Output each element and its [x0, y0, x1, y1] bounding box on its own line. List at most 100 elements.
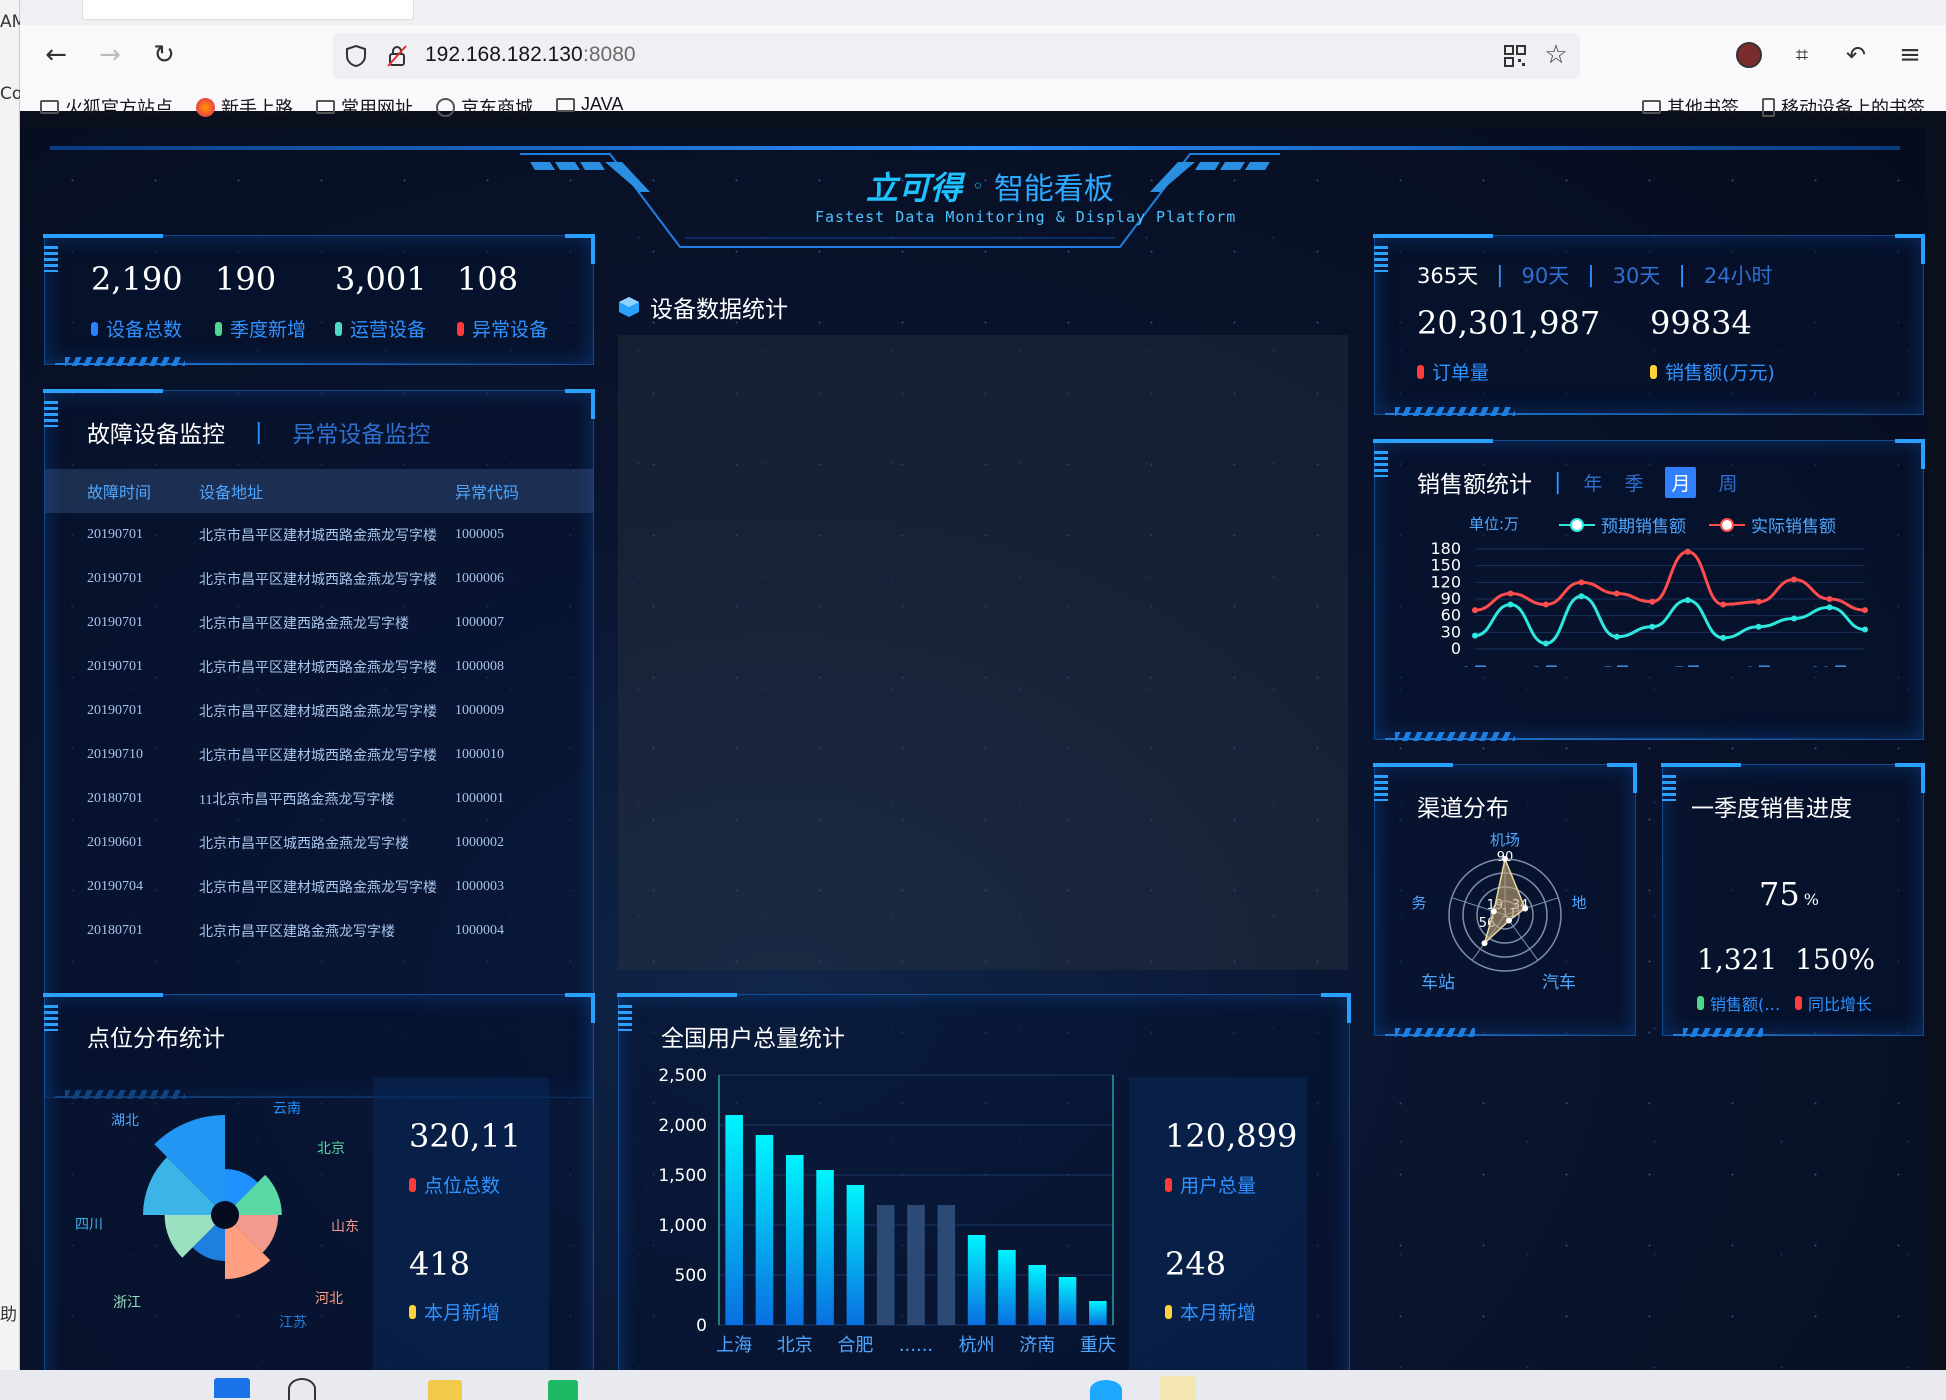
bookmark-item[interactable]: 常用网址: [316, 94, 413, 120]
tab-week[interactable]: 周: [1718, 469, 1737, 496]
users-new-label: 本月新增: [1165, 1298, 1256, 1325]
tab-quarter[interactable]: 季: [1624, 469, 1643, 496]
device-stats-canvas: [618, 335, 1348, 970]
data-point: [1613, 590, 1620, 597]
table-row[interactable]: 20180701 北京市昌平区建路金燕龙写字楼 1000004: [87, 909, 587, 953]
firefox-app-icon[interactable]: [1160, 1376, 1196, 1400]
file-explorer-icon[interactable]: [428, 1380, 462, 1400]
table-row[interactable]: 20190701 北京市昌平区建材城西路金燕龙写字楼 1000008: [87, 645, 587, 689]
tab-30-days[interactable]: 30天: [1613, 260, 1661, 290]
tab-fault-monitor[interactable]: 故障设备监控: [87, 415, 225, 449]
bookmark-item[interactable]: 新手上路: [196, 94, 293, 120]
bookmark-star-icon[interactable]: ☆: [1538, 37, 1574, 73]
data-point: [1578, 579, 1585, 586]
rose-label: 浙江: [113, 1295, 141, 1311]
wechat-icon[interactable]: [548, 1380, 578, 1400]
data-point: [1826, 596, 1833, 602]
browser-tab[interactable]: [82, 0, 414, 20]
x-tick-label: 济南: [1019, 1335, 1055, 1355]
table-row[interactable]: 20180701 11北京市昌平西路金燕龙写字楼 1000001: [87, 777, 587, 821]
tab-month[interactable]: 月: [1665, 466, 1697, 498]
overview-value: 190: [215, 260, 277, 298]
users-new-value: 248: [1165, 1245, 1227, 1283]
bookmark-item[interactable]: JAVA: [556, 94, 623, 115]
column-header: 故障时间: [87, 483, 152, 502]
table-row[interactable]: 20190704 北京市昌平区建材城西路金燕龙写字楼 1000003: [87, 865, 587, 909]
data-point: [1542, 601, 1549, 608]
legend-actual[interactable]: 实际销售额: [1709, 512, 1836, 537]
header-title: 立可得 ◦ 智能看板: [866, 163, 1114, 209]
table-row[interactable]: 20190701 北京市昌平区建材城西路金燕龙写字楼 1000006: [87, 557, 587, 601]
firefox-icon: [196, 97, 215, 117]
table-row[interactable]: 20190601 北京市昌平区城西路金燕龙写字楼 1000002: [87, 821, 587, 865]
start-icon[interactable]: [214, 1378, 250, 1398]
table-row[interactable]: 20190701 北京市昌平区建材城西路金燕龙写字楼 1000005: [87, 513, 587, 557]
insecure-lock-icon[interactable]: [386, 44, 408, 68]
quarter-growth-label: 同比增长: [1795, 991, 1872, 1015]
x-tick-label: 合肥: [837, 1335, 873, 1355]
bookmark-item[interactable]: 其他书签: [1642, 94, 1739, 120]
menu-icon[interactable]: ≡: [1892, 37, 1928, 73]
url-port: :8080: [583, 43, 636, 66]
bar: [1058, 1277, 1077, 1325]
bar: [967, 1235, 986, 1325]
search-icon[interactable]: [288, 1378, 316, 1400]
x-tick-label: 5月: [1603, 664, 1631, 667]
crop-icon[interactable]: ⌗: [1784, 37, 1820, 73]
table-row[interactable]: 20190710 北京市昌平区建材城西路金燕龙写字楼 1000010: [87, 733, 587, 777]
globe-icon: [436, 97, 455, 117]
table-row[interactable]: 20190701 北京市昌平区建材城西路金燕龙写字楼 1000009: [87, 689, 587, 733]
bar: [907, 1205, 925, 1325]
tab-year[interactable]: 年: [1583, 469, 1602, 496]
radar-point: [1481, 940, 1488, 947]
bookmark-item[interactable]: 火狐官方站点: [40, 94, 173, 120]
points-new-label: 本月新增: [409, 1298, 500, 1325]
x-tick-label: 11月: [1810, 664, 1849, 667]
tab-24-hours[interactable]: 24小时: [1704, 260, 1773, 290]
strip-text: 助: [0, 1305, 17, 1325]
undo-icon[interactable]: ↶: [1838, 37, 1874, 73]
tab-365-days[interactable]: 365天: [1417, 260, 1478, 290]
tab-abnormal-monitor[interactable]: 异常设备监控: [292, 415, 430, 449]
bookmark-item[interactable]: 移动设备上的书签: [1762, 94, 1925, 120]
x-tick-label: 9月: [1745, 664, 1773, 667]
rose-label: 江苏: [279, 1315, 307, 1331]
x-tick-label: 重庆: [1080, 1335, 1116, 1355]
background-window-strip: AM Co 助: [0, 0, 26, 1370]
x-tick-label: 1月: [1461, 664, 1489, 667]
points-total-label: 点位总数: [409, 1171, 500, 1198]
data-point: [1507, 590, 1514, 597]
header-line: [50, 146, 1900, 150]
shield-icon[interactable]: [345, 44, 367, 68]
folder-icon: [316, 100, 335, 114]
bookmark-label: 京东商城: [461, 98, 533, 118]
url-host: 192.168.182.130: [425, 43, 583, 66]
tab-90-days[interactable]: 90天: [1522, 260, 1570, 290]
points-stat-box: 320,11 点位总数 418 本月新增: [373, 1077, 549, 1370]
overview-label: 设备总数: [91, 315, 182, 342]
x-tick-label: 北京: [777, 1335, 813, 1355]
legend-expected[interactable]: 预期销售额: [1559, 512, 1686, 537]
users-total-value: 120,899: [1165, 1117, 1298, 1155]
qr-code-icon[interactable]: [1503, 44, 1527, 68]
bookmark-item[interactable]: 京东商城: [436, 94, 533, 120]
users-bar-chart: 2,500 2,000 1,500 1,000 500 0 上海 北京 合肥...... 杭州 济南…: [658, 1066, 1116, 1355]
back-icon[interactable]: ←: [38, 37, 74, 73]
dashboard: 立可得 ◦ 智能看板 Fastest Data Monitoring & Dis…: [20, 128, 1926, 1370]
quarter-percent: 75%: [1759, 875, 1819, 913]
reload-icon[interactable]: ↻: [146, 37, 182, 73]
y-tick-label: 2,000: [658, 1116, 707, 1136]
rose-label: 山东: [331, 1219, 359, 1235]
rose-center: [211, 1201, 239, 1229]
strip-text: Co: [0, 84, 23, 104]
bar: [816, 1170, 834, 1325]
table-row[interactable]: 20190701 北京市昌平区建西路金燕龙写字楼 1000007: [87, 601, 587, 645]
rose-label: 河北: [315, 1291, 343, 1307]
bookmark-label: 常用网址: [341, 98, 413, 118]
forward-icon[interactable]: →: [92, 37, 128, 73]
radar-point: [1502, 856, 1508, 862]
browser-app-icon[interactable]: [1090, 1380, 1122, 1400]
channel-radar-chart: 机场 地 汽车 车站 务 90 19 34 11 56: [1411, 831, 1586, 993]
profile-avatar[interactable]: [1736, 42, 1762, 68]
data-point: [1862, 626, 1868, 633]
